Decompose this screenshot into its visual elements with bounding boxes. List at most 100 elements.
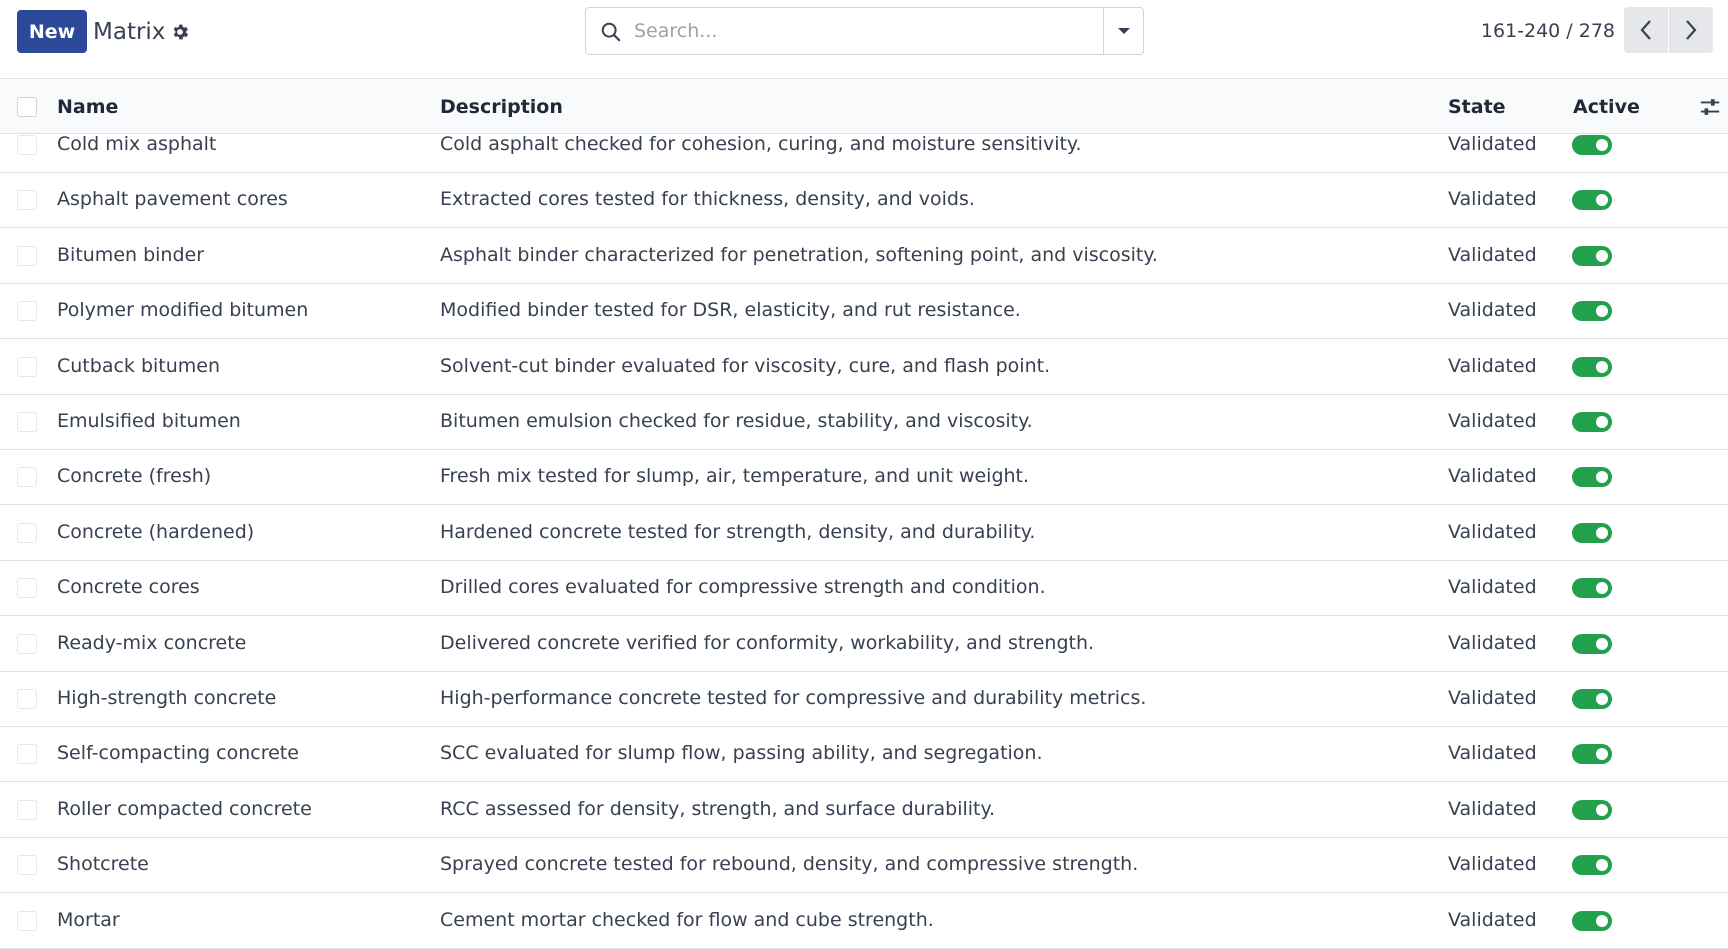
cell-description: Bitumen emulsion checked for residue, st… [440, 410, 1033, 432]
column-header-description[interactable]: Description [440, 80, 563, 134]
row-checkbox[interactable] [17, 689, 37, 709]
cell-name: Shotcrete [57, 853, 149, 876]
active-toggle[interactable] [1572, 910, 1612, 931]
cell-description: RCC assessed for density, strength, and … [440, 797, 996, 820]
cell-description: Solvent-cut binder evaluated for viscosi… [440, 354, 1051, 377]
page-title: Matrix [93, 19, 166, 45]
cell-name: Self-compacting concrete [57, 742, 299, 765]
active-toggle[interactable] [1572, 855, 1612, 876]
cell-state: Validated [1448, 908, 1537, 931]
cell-state: Validated [1448, 797, 1537, 820]
table-row[interactable]: Bitumen binder Asphalt binder characteriz… [0, 228, 1728, 284]
active-toggle[interactable] [1572, 301, 1612, 322]
table-row[interactable]: Cutback bitumen Solvent-cut binder evalua… [0, 339, 1728, 395]
row-checkbox[interactable] [17, 245, 37, 266]
cell-name: Concrete cores [57, 576, 200, 599]
cell-description: Cement mortar checked for flow and cube … [440, 908, 934, 931]
table-row[interactable]: Concrete (fresh) Fresh mix tested for slu… [0, 449, 1728, 506]
cell-description: Sprayed concrete tested for rebound, den… [440, 853, 1139, 876]
table-row[interactable]: Ready-mix concrete Delivered concrete ver… [0, 616, 1728, 672]
row-checkbox[interactable] [17, 190, 37, 211]
cell-name: Concrete (fresh) [57, 465, 212, 488]
table-row[interactable]: Emulsified bitumen Bitumen emulsion check… [0, 394, 1728, 450]
cell-name: Cutback bitumen [57, 354, 221, 377]
active-toggle[interactable] [1572, 799, 1612, 820]
row-checkbox[interactable] [17, 522, 37, 543]
active-toggle[interactable] [1572, 245, 1612, 266]
table-row[interactable]: Concrete cores Drilled cores evaluated fo… [0, 560, 1728, 617]
cell-state: Validated [1448, 243, 1537, 266]
cell-description: Asphalt binder characterized for penetra… [440, 243, 1158, 266]
cell-description: Modified binder tested for DSR, elastici… [440, 299, 1021, 322]
cell-name: High-strength concrete [57, 687, 277, 709]
row-checkbox[interactable] [17, 799, 37, 820]
active-toggle[interactable] [1572, 744, 1612, 765]
cell-name: Ready-mix concrete [57, 631, 247, 654]
active-toggle[interactable] [1572, 578, 1612, 599]
cell-state: Validated [1448, 853, 1537, 876]
cell-description: High-performance concrete tested for com… [440, 687, 1147, 709]
optional-columns-icon[interactable] [1699, 96, 1721, 118]
cell-name: Mortar [57, 908, 120, 931]
active-toggle[interactable] [1572, 356, 1612, 377]
cell-name: Concrete (hardened) [57, 520, 255, 543]
column-header-name[interactable]: Name [57, 80, 118, 134]
chevron-right-icon [1686, 20, 1697, 40]
caret-down-icon [1117, 28, 1130, 34]
table-row[interactable]: Asphalt pavement cores Extracted cores te… [0, 172, 1728, 229]
cell-state: Validated [1448, 410, 1537, 432]
table-body: Cold mix asphalt Cold asphalt checked for… [0, 0, 1728, 949]
chevron-left-icon [1640, 20, 1651, 40]
active-toggle[interactable] [1572, 689, 1612, 709]
active-toggle[interactable] [1572, 522, 1612, 543]
row-checkbox[interactable] [17, 356, 37, 377]
control-panel: New Matrix 161-240 / 278 [0, 0, 1728, 79]
cell-state: Validated [1448, 465, 1537, 488]
row-checkbox[interactable] [17, 910, 37, 931]
active-toggle[interactable] [1572, 412, 1612, 432]
search-input[interactable] [634, 16, 1084, 46]
table-row[interactable]: Concrete (hardened) Hardened concrete tes… [0, 505, 1728, 561]
cell-state: Validated [1448, 188, 1537, 211]
row-checkbox[interactable] [17, 467, 37, 488]
table-header: Name Description State Active [0, 80, 1728, 134]
row-checkbox[interactable] [17, 855, 37, 876]
cell-description: Hardened concrete tested for strength, d… [440, 520, 1036, 543]
cell-description: Delivered concrete verified for conformi… [440, 631, 1095, 654]
table-row[interactable]: Self-compacting concrete SCC evaluated fo… [0, 726, 1728, 783]
row-checkbox[interactable] [17, 301, 37, 322]
select-all-checkbox[interactable] [17, 97, 37, 117]
active-toggle[interactable] [1572, 467, 1612, 488]
cell-state: Validated [1448, 687, 1537, 709]
table-row[interactable]: Polymer modified bitumen Modified binder … [0, 283, 1728, 340]
cell-description: SCC evaluated for slump flow, passing ab… [440, 742, 1043, 765]
column-header-state[interactable]: State [1448, 80, 1506, 134]
search-bar[interactable] [585, 7, 1144, 55]
cell-state: Validated [1448, 299, 1537, 322]
table-row[interactable]: Shotcrete Sprayed concrete tested for reb… [0, 837, 1728, 894]
pager-value[interactable]: 161-240 / 278 [1480, 16, 1615, 46]
column-header-active[interactable]: Active [1573, 80, 1640, 134]
row-checkbox[interactable] [17, 633, 37, 654]
table-row[interactable]: Mortar Cement mortar checked for flow and… [0, 893, 1728, 949]
cell-state: Validated [1448, 520, 1537, 543]
active-toggle[interactable] [1572, 633, 1612, 654]
cell-description: Fresh mix tested for slump, air, tempera… [440, 465, 1030, 488]
pager-next-button[interactable] [1669, 7, 1713, 53]
cell-state: Validated [1448, 354, 1537, 377]
row-checkbox[interactable] [17, 412, 37, 432]
new-button[interactable]: New [17, 10, 87, 53]
pager-previous-button[interactable] [1624, 7, 1668, 53]
cell-name: Asphalt pavement cores [57, 188, 288, 211]
cell-name: Roller compacted concrete [57, 797, 312, 820]
active-toggle[interactable] [1572, 135, 1612, 155]
active-toggle[interactable] [1572, 190, 1612, 211]
cell-state: Validated [1448, 742, 1537, 765]
row-checkbox[interactable] [17, 578, 37, 599]
table-row[interactable]: High-strength concrete High-performance c… [0, 671, 1728, 727]
row-checkbox[interactable] [17, 135, 37, 155]
row-checkbox[interactable] [17, 744, 37, 765]
table-row[interactable]: Roller compacted concrete RCC assessed fo… [0, 782, 1728, 838]
search-options-toggle[interactable] [1103, 8, 1143, 54]
gear-icon[interactable] [170, 22, 190, 42]
